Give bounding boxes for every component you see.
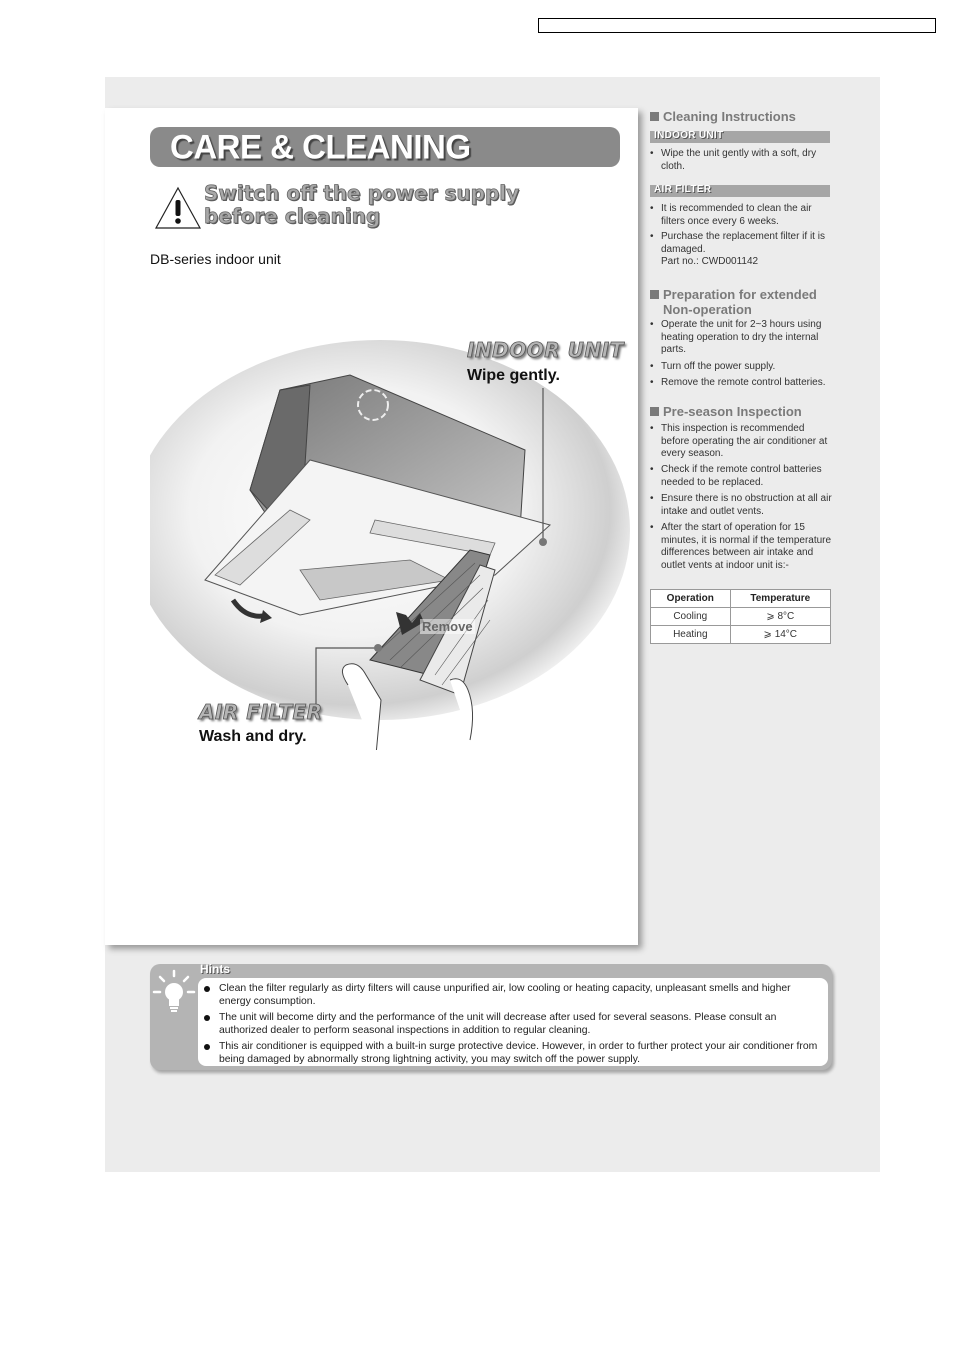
table-header-cell: Temperature	[729, 589, 832, 608]
bullet-icon	[204, 1015, 210, 1021]
square-bullet-icon	[650, 407, 659, 416]
hints-title: Hints	[200, 962, 230, 976]
page-title-bar: CARE & CLEANING	[150, 127, 620, 167]
warning-line-2: before cleaning	[204, 204, 381, 228]
square-bullet-icon	[650, 290, 659, 299]
list-item: • Purchase the replacement filter if it i…	[650, 231, 835, 269]
lightbulb-icon	[152, 969, 196, 1012]
warning-triangle-icon	[154, 186, 202, 229]
list-item: • It is recommended to clean the air filt…	[650, 203, 812, 227]
preparation-heading: Preparation for extended Non-operation	[650, 287, 817, 317]
part-number: Part no.: CWD001142	[661, 256, 759, 267]
cleaning-instructions-heading: Cleaning Instructions	[650, 109, 796, 124]
list-item: • This inspection is recommended before o…	[650, 423, 828, 459]
table-cell: Cooling	[650, 607, 731, 626]
cassette-unit-illustration	[150, 340, 630, 750]
air-filter-instruction: Wash and dry.	[199, 728, 307, 745]
table-cell: Heating	[650, 625, 731, 644]
table-cell: ⩾ 8°C	[729, 607, 832, 626]
indoor-unit-subheading: INDOOR UNIT	[650, 130, 830, 143]
table-header-row: Operation Temperature	[650, 589, 832, 608]
table-row: Heating ⩾ 14°C	[650, 625, 832, 644]
list-item: • Wipe the unit gently with a soft, dry c…	[650, 148, 817, 172]
table-row: Cooling ⩾ 8°C	[650, 607, 832, 626]
temperature-table: Operation Temperature Cooling ⩾ 8°C Heat…	[650, 589, 832, 644]
page-title: CARE & CLEANING	[170, 127, 471, 166]
air-filter-callout-title: AIR FILTER	[199, 700, 323, 725]
air-filter-subheading: AIR FILTER	[650, 184, 830, 197]
hint-item: The unit will become dirty and the perfo…	[204, 1012, 819, 1037]
bullet-icon	[204, 986, 210, 992]
list-item: • Ensure there is no obstruction at all a…	[650, 493, 832, 517]
header-box	[538, 18, 936, 33]
table-cell: ⩾ 14°C	[729, 625, 832, 644]
pre-season-heading: Pre-season Inspection	[650, 404, 802, 419]
bullet-icon	[204, 1044, 210, 1050]
warning-text: Switch off the power supply before clean…	[204, 181, 520, 228]
warning-line-1: Switch off the power supply	[204, 181, 520, 205]
table-header-cell: Operation	[650, 589, 731, 608]
list-item: • Turn off the power supply.	[650, 361, 776, 372]
hint-item: Clean the filter regularly as dirty filt…	[204, 983, 819, 1008]
remove-label: Remove	[420, 619, 475, 634]
list-item: • Remove the remote control batteries.	[650, 377, 826, 388]
list-item: • Check if the remote control batteries n…	[650, 464, 822, 488]
subtitle: DB-series indoor unit	[150, 251, 281, 267]
indoor-unit-callout-title: INDOOR UNIT	[467, 338, 624, 363]
square-bullet-icon	[650, 112, 659, 121]
list-item: • Operate the unit for 2~3 hours using he…	[650, 319, 822, 355]
hint-item: This air conditioner is equipped with a …	[204, 1041, 819, 1066]
indoor-unit-instruction: Wipe gently.	[467, 367, 560, 384]
list-item: • After the start of operation for 15 min…	[650, 522, 832, 571]
